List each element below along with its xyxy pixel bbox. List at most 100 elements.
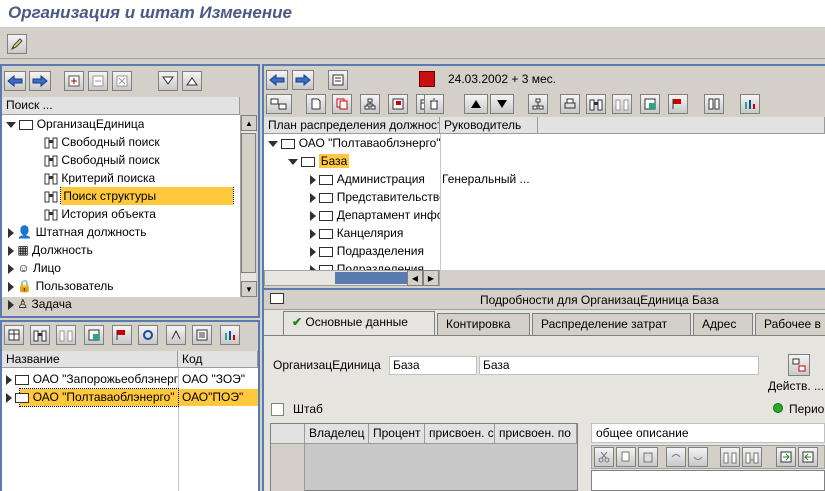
paste-icon[interactable] bbox=[638, 447, 658, 467]
structure-icon[interactable] bbox=[528, 94, 548, 114]
search-item-free-2[interactable]: Свободный поиск bbox=[44, 151, 160, 169]
expand-triangle-icon[interactable] bbox=[8, 281, 14, 292]
scroll-right-icon[interactable]: ▶ bbox=[423, 270, 439, 286]
actions-icon[interactable] bbox=[788, 354, 810, 376]
col-code-header[interactable]: Код bbox=[178, 351, 258, 368]
export-text-icon[interactable] bbox=[798, 447, 818, 467]
actions-label[interactable]: Действ. ... bbox=[768, 379, 824, 393]
hierarchy-icon[interactable] bbox=[360, 94, 380, 114]
search-item-criteria[interactable]: Критерий поиска bbox=[44, 169, 155, 187]
collapse-triangle-icon[interactable] bbox=[6, 121, 16, 128]
col-name-header[interactable]: Название bbox=[2, 351, 178, 368]
edit-pencil-icon[interactable] bbox=[7, 34, 27, 54]
description-editor[interactable] bbox=[591, 470, 825, 491]
expand-triangle-icon[interactable] bbox=[310, 210, 316, 221]
list-icon[interactable] bbox=[4, 325, 24, 345]
search-item-structure[interactable]: Поиск структуры bbox=[44, 187, 240, 205]
copy-text-icon[interactable] bbox=[616, 447, 636, 467]
tree-node-base[interactable]: База bbox=[288, 152, 350, 170]
cut-icon[interactable] bbox=[594, 447, 614, 467]
flag-icon[interactable] bbox=[112, 325, 132, 345]
collapse-triangle-icon[interactable] bbox=[288, 158, 298, 165]
find-next-icon[interactable] bbox=[612, 94, 632, 114]
scroll-left-icon[interactable]: ◀ bbox=[407, 270, 423, 286]
tree-child-3[interactable]: Департамент информатизации bbox=[310, 206, 440, 224]
category-job[interactable]: ▦ Должность bbox=[8, 241, 93, 259]
layout-icon[interactable] bbox=[740, 94, 760, 114]
replace-icon[interactable] bbox=[742, 447, 762, 467]
columns-icon[interactable] bbox=[704, 94, 724, 114]
expand-triangle-icon[interactable] bbox=[310, 228, 316, 239]
tree-child-2[interactable]: Представительство bbox=[310, 188, 440, 206]
move-down-icon[interactable] bbox=[490, 94, 514, 114]
find-icon[interactable] bbox=[30, 325, 50, 345]
move-up-icon[interactable] bbox=[464, 94, 488, 114]
back-arrow-icon[interactable] bbox=[266, 70, 288, 90]
redo-icon[interactable] bbox=[688, 447, 708, 467]
copy-icon[interactable] bbox=[332, 94, 352, 114]
col-assigned-to[interactable]: присвоен. по bbox=[495, 424, 577, 444]
expand-triangle-icon[interactable] bbox=[310, 174, 316, 185]
filter-up-icon[interactable] bbox=[182, 71, 202, 91]
tree-child-5[interactable]: Подразделения bbox=[310, 242, 440, 260]
collapse-triangle-icon[interactable] bbox=[268, 140, 278, 147]
expand-triangle-icon[interactable] bbox=[310, 246, 316, 257]
tab-basic-data[interactable]: ✔ Основные данные bbox=[283, 311, 435, 336]
sort-icon[interactable] bbox=[166, 325, 186, 345]
category-position[interactable]: 👤 Штатная должность bbox=[8, 223, 147, 241]
tree-child-1[interactable]: Администрация bbox=[310, 170, 440, 188]
tree-child-6[interactable]: Подразделения bbox=[310, 260, 440, 270]
expand-triangle-icon[interactable] bbox=[8, 299, 14, 310]
org-icon[interactable] bbox=[266, 94, 292, 114]
staff-checkbox[interactable] bbox=[271, 403, 284, 416]
org-short-field[interactable]: База bbox=[389, 356, 477, 375]
find-icon[interactable] bbox=[586, 94, 606, 114]
expand-all-icon[interactable] bbox=[64, 71, 84, 91]
result-row-2[interactable]: ОАО "Полтаваоблэнерго" bbox=[6, 388, 178, 406]
find-text-icon[interactable] bbox=[720, 447, 740, 467]
tab-cost-distribution[interactable]: Распределение затрат bbox=[532, 313, 691, 335]
calendar-icon[interactable] bbox=[419, 71, 435, 87]
horizontal-scrollbar[interactable]: ◀ ▶ bbox=[264, 270, 440, 286]
export-icon[interactable] bbox=[84, 325, 104, 345]
tree-root[interactable]: ОАО "Полтаваоблэнерго" bbox=[268, 134, 440, 152]
category-user[interactable]: 🔒 Пользователь bbox=[8, 277, 114, 295]
col-manager-header[interactable]: Руководитель bbox=[440, 117, 538, 134]
back-arrow-icon[interactable] bbox=[4, 71, 26, 91]
expand-triangle-icon[interactable] bbox=[310, 192, 316, 203]
collapse-all-icon[interactable] bbox=[88, 71, 108, 91]
col-percent[interactable]: Процент bbox=[369, 424, 425, 444]
print-icon[interactable] bbox=[560, 94, 580, 114]
result-row-1[interactable]: ОАО "Запорожьеоблэнерго" bbox=[6, 370, 178, 388]
flag-icon[interactable] bbox=[668, 94, 688, 114]
tab-account[interactable]: Контировка bbox=[437, 313, 530, 335]
expand-triangle-icon[interactable] bbox=[8, 227, 14, 238]
tab-workplace[interactable]: Рабочее в bbox=[755, 313, 825, 335]
forward-arrow-icon[interactable] bbox=[292, 70, 314, 90]
col-owner[interactable]: Владелец bbox=[305, 424, 369, 444]
expand-triangle-icon[interactable] bbox=[6, 392, 12, 403]
tree-root-org[interactable]: ОрганизацЕдиница bbox=[6, 115, 144, 133]
import-icon[interactable] bbox=[776, 447, 796, 467]
overview-icon[interactable] bbox=[328, 70, 348, 90]
expand-triangle-icon[interactable] bbox=[8, 263, 14, 274]
create-icon[interactable] bbox=[306, 94, 326, 114]
org-long-field[interactable]: База bbox=[479, 356, 759, 375]
layout-icon[interactable] bbox=[220, 325, 240, 345]
expand-triangle-icon[interactable] bbox=[6, 374, 12, 385]
search-item-history[interactable]: История объекта bbox=[44, 205, 156, 223]
scroll-up-icon[interactable]: ▲ bbox=[241, 115, 257, 131]
col-plan-header[interactable]: План распределения должностей bbox=[264, 117, 440, 134]
tab-address[interactable]: Адрес bbox=[693, 313, 753, 335]
tree-child-4[interactable]: Канцелярия bbox=[310, 224, 440, 242]
scroll-down-icon[interactable]: ▼ bbox=[241, 281, 257, 297]
settings-icon[interactable] bbox=[112, 71, 132, 91]
export-icon[interactable] bbox=[640, 94, 660, 114]
search-item-free-1[interactable]: Свободный поиск bbox=[44, 133, 160, 151]
expand-triangle-icon[interactable] bbox=[8, 245, 14, 256]
undo-icon[interactable] bbox=[666, 447, 686, 467]
filter-down-icon[interactable] bbox=[158, 71, 178, 91]
refresh-icon[interactable] bbox=[138, 325, 158, 345]
col-assigned-from[interactable]: присвоен. с bbox=[425, 424, 495, 444]
find-next-icon[interactable] bbox=[56, 325, 76, 345]
